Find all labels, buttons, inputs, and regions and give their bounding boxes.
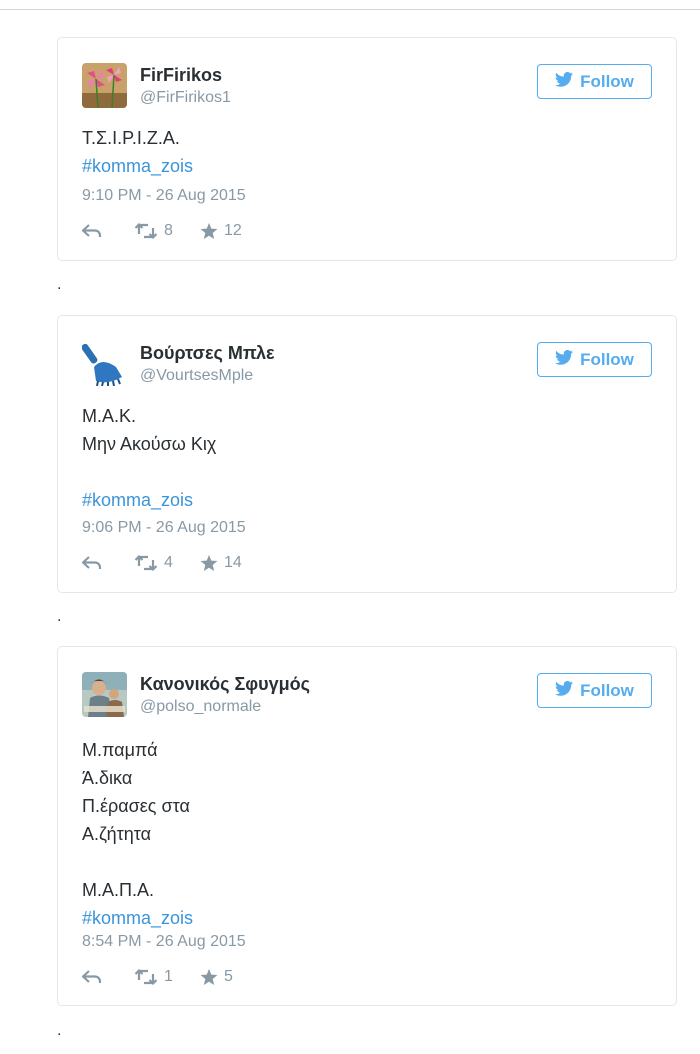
tweet-text-line: Μ.Α.Π.Α. <box>82 880 155 900</box>
author-name[interactable]: Κανονικός Σφυγμός <box>140 674 310 695</box>
follow-button[interactable]: Follow <box>537 64 652 99</box>
follow-label: Follow <box>580 349 634 369</box>
retweet-icon <box>134 969 158 985</box>
reply-button[interactable] <box>82 970 134 984</box>
favorite-count: 12 <box>224 222 242 239</box>
tweet-text-line: Ά.δικα <box>82 768 133 788</box>
tweet-timestamp[interactable]: 9:06 PM - 26 Aug 2015 <box>82 519 246 537</box>
top-divider <box>0 0 700 10</box>
author-handle[interactable]: @VourtsesMple <box>140 367 253 385</box>
favorite-count: 5 <box>224 968 233 985</box>
star-icon <box>200 554 218 572</box>
tweet-text-line: Μην Ακούσω Κιχ <box>82 434 217 454</box>
tweet-text-line: Α.ζήτητα <box>82 824 152 844</box>
tweet-text-line <box>82 848 193 876</box>
retweet-icon <box>134 555 158 571</box>
favorite-button[interactable]: 14 <box>200 554 242 572</box>
tweet-text: Μ.Α.Κ. Μην Ακούσω Κιχ #komma_zois <box>82 402 216 514</box>
tweet-actions: 4 14 <box>82 553 242 573</box>
retweet-icon <box>134 223 158 239</box>
hashtag-link[interactable]: #komma_zois <box>82 152 193 180</box>
star-icon <box>200 968 218 986</box>
follow-button[interactable]: Follow <box>537 673 652 708</box>
tweet-text: Μ.παμπά Ά.δικα Π.έρασες στα Α.ζήτητα Μ.Α… <box>82 736 193 932</box>
hashtag-link[interactable]: #komma_zois <box>82 904 193 932</box>
follow-label: Follow <box>580 680 634 700</box>
tweet-card-1: FirFirikos @FirFirikos1 Follow Τ.Σ.Ι.Ρ.Ι… <box>57 37 677 261</box>
tweet-text-line: Τ.Σ.Ι.Ρ.Ι.Ζ.Α. <box>82 128 180 148</box>
tweet-text-line: Μ.παμπά <box>82 740 158 760</box>
twitter-bird-icon <box>555 71 574 92</box>
tweet-actions: 1 5 <box>82 967 233 987</box>
reply-icon <box>82 556 102 570</box>
retweet-count: 1 <box>164 968 173 985</box>
author-name[interactable]: FirFirikos <box>140 65 222 86</box>
twitter-bird-icon <box>555 680 574 701</box>
hashtag-link[interactable]: #komma_zois <box>82 486 216 514</box>
tweet-timestamp[interactable]: 8:54 PM - 26 Aug 2015 <box>82 933 246 951</box>
retweet-button[interactable]: 1 <box>134 968 200 986</box>
retweet-count: 4 <box>164 554 173 571</box>
tweet-timestamp[interactable]: 9:10 PM - 26 Aug 2015 <box>82 187 246 205</box>
author-handle[interactable]: @FirFirikos1 <box>140 89 231 107</box>
reply-button[interactable] <box>82 556 134 570</box>
tweet-card-3: Κανονικός Σφυγμός @polso_normale Follow … <box>57 646 677 1006</box>
tweet-actions: 8 12 <box>82 221 242 241</box>
retweet-button[interactable]: 4 <box>134 554 200 572</box>
reply-icon <box>82 970 102 984</box>
painting-avatar-icon[interactable] <box>82 672 127 717</box>
tweet-card-2: Βούρτσες Μπλε @VourtsesMple Follow Μ.Α.Κ… <box>57 315 677 593</box>
author-name[interactable]: Βούρτσες Μπλε <box>140 343 275 364</box>
retweet-count: 8 <box>164 222 173 239</box>
tweet-text-line: Π.έρασες στα <box>82 796 190 816</box>
favorite-count: 14 <box>224 554 242 571</box>
tweet-text-line: Μ.Α.Κ. <box>82 406 137 426</box>
blue-brush-avatar-icon[interactable] <box>82 341 127 386</box>
separator-dot: . <box>57 1022 62 1039</box>
separator-dot: . <box>57 608 62 625</box>
star-icon <box>200 222 218 240</box>
favorite-button[interactable]: 12 <box>200 222 242 240</box>
twitter-bird-icon <box>555 349 574 370</box>
reply-button[interactable] <box>82 224 134 238</box>
tweet-text-line <box>82 458 216 486</box>
reply-icon <box>82 224 102 238</box>
favorite-button[interactable]: 5 <box>200 968 233 986</box>
author-handle[interactable]: @polso_normale <box>140 698 261 716</box>
tweet-text: Τ.Σ.Ι.Ρ.Ι.Ζ.Α. #komma_zois <box>82 124 193 180</box>
follow-button[interactable]: Follow <box>537 342 652 377</box>
retweet-button[interactable]: 8 <box>134 222 200 240</box>
separator-dot: . <box>57 276 62 293</box>
follow-label: Follow <box>580 71 634 91</box>
pinwheel-avatar-icon[interactable] <box>82 63 127 108</box>
